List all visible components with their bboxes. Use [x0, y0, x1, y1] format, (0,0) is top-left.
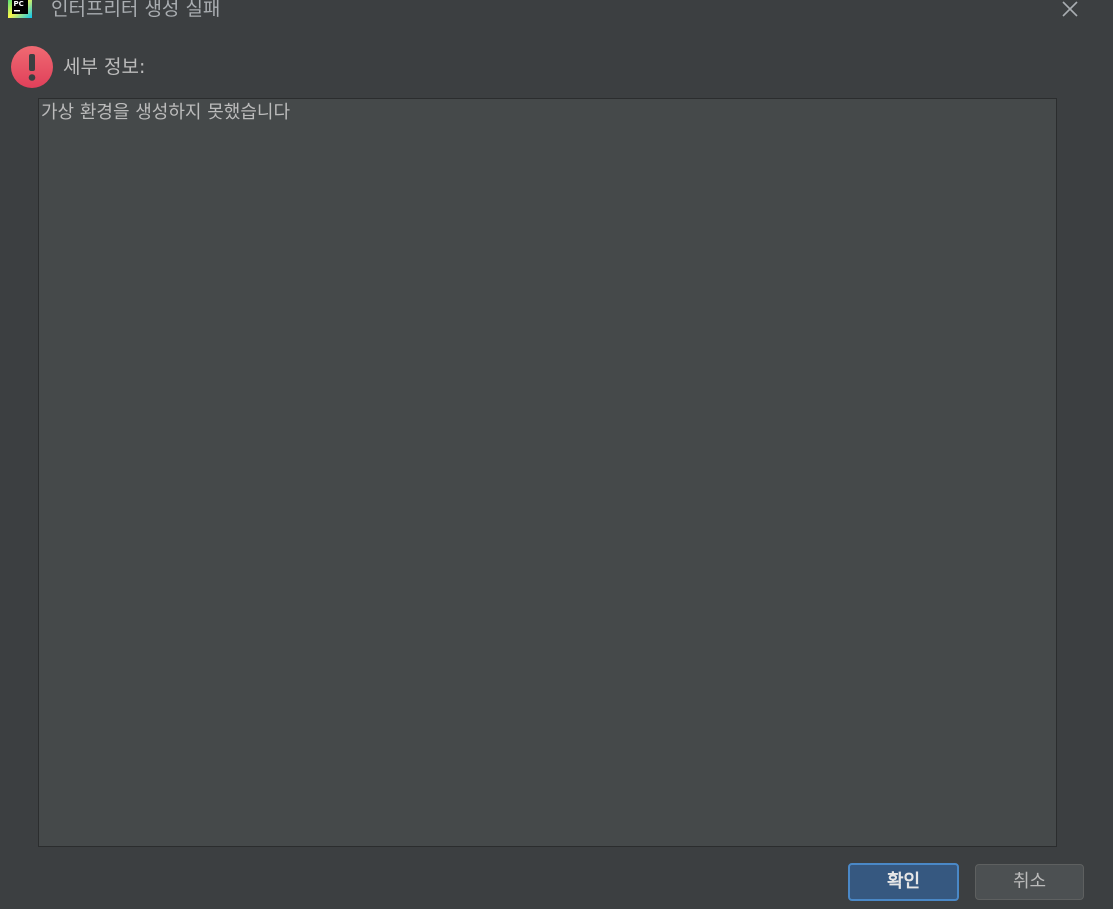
- close-button[interactable]: [1056, 0, 1084, 22]
- close-icon: [1062, 1, 1078, 17]
- title-bar: PC 인터프리터 생성 실패: [0, 0, 1113, 26]
- details-text-area[interactable]: 가상 환경을 생성하지 못했습니다: [38, 98, 1057, 847]
- details-label: 세부 정보:: [63, 56, 146, 78]
- interpreter-error-dialog: PC 인터프리터 생성 실패 세부 정보: 가상 환경을 생성하지 못했습니다 …: [0, 0, 1113, 909]
- error-message: 가상 환경을 생성하지 못했습니다: [41, 102, 291, 123]
- dialog-title: 인터프리터 생성 실패: [51, 0, 221, 20]
- svg-text:PC: PC: [14, 0, 24, 8]
- error-icon: [11, 46, 53, 88]
- pycharm-icon: PC: [8, 0, 32, 18]
- cancel-button[interactable]: 취소: [975, 864, 1084, 900]
- ok-button[interactable]: 확인: [848, 863, 959, 901]
